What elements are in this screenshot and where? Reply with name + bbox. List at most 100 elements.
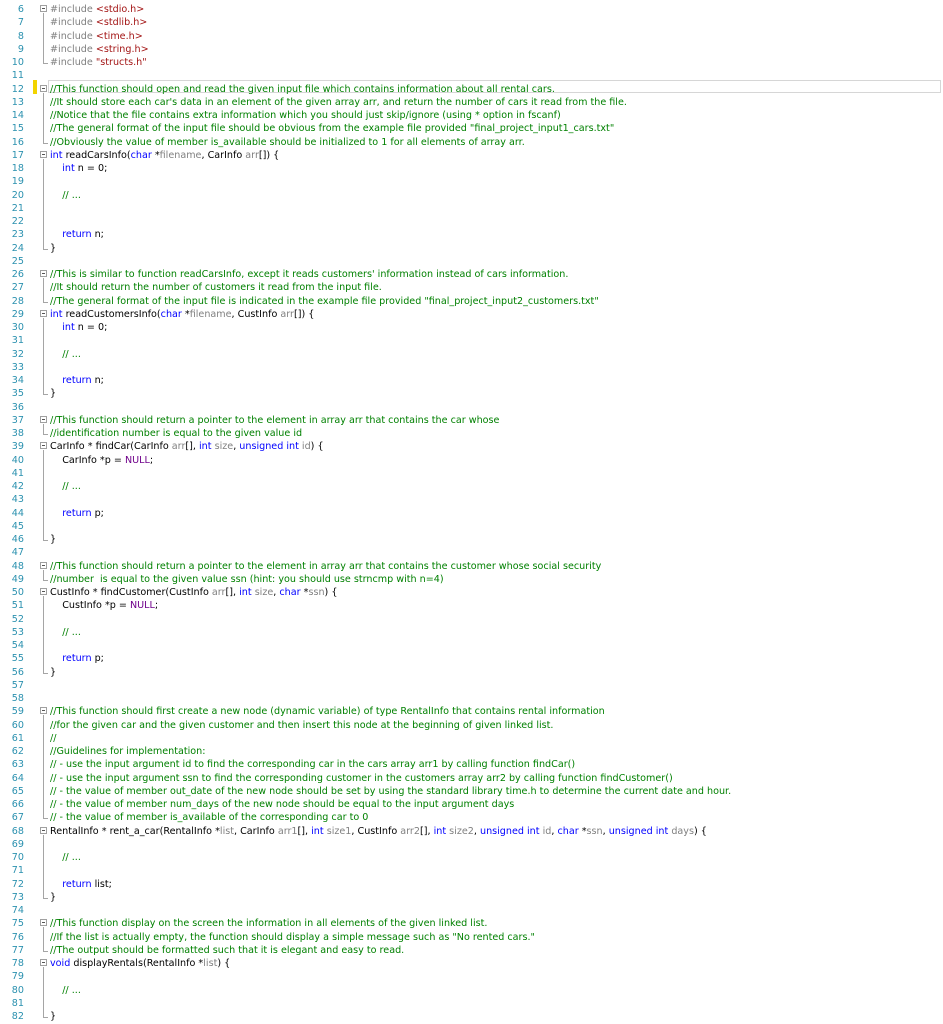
- collapse-toggle-icon[interactable]: [40, 84, 47, 92]
- code-line[interactable]: 19: [0, 175, 943, 188]
- code-line[interactable]: 71: [0, 864, 943, 877]
- code-line[interactable]: 53 // ...: [0, 626, 943, 639]
- code-line[interactable]: 74: [0, 904, 943, 917]
- code-line[interactable]: 31: [0, 334, 943, 347]
- code-line[interactable]: 39 CarInfo * findCar(CarInfo arr[], int s…: [0, 440, 943, 453]
- code-line[interactable]: 13 //It should store each car's data in a…: [0, 96, 943, 109]
- code-line[interactable]: 7 #include <stdlib.h>: [0, 16, 943, 29]
- code-line[interactable]: 27 //It should return the number of custo…: [0, 281, 943, 294]
- code-line[interactable]: 73}: [0, 891, 943, 904]
- collapse-toggle-icon[interactable]: [40, 415, 47, 423]
- code-line[interactable]: 26 //This is similar to function readCars…: [0, 268, 943, 281]
- code-line[interactable]: 41: [0, 467, 943, 480]
- code-line[interactable]: 62 //Guidelines for implementation:: [0, 745, 943, 758]
- code-text: int n = 0;: [50, 162, 107, 175]
- collapse-toggle-icon[interactable]: [40, 919, 47, 927]
- code-line[interactable]: 11: [0, 69, 943, 82]
- code-line[interactable]: 54: [0, 639, 943, 652]
- code-line[interactable]: 6 #include <stdio.h>: [0, 3, 943, 16]
- code-text: #include <string.h>: [50, 43, 149, 56]
- code-line[interactable]: 40 CarInfo *p = NULL;: [0, 454, 943, 467]
- code-line[interactable]: 57: [0, 679, 943, 692]
- code-line[interactable]: 70 // ...: [0, 851, 943, 864]
- collapse-toggle-icon[interactable]: [40, 150, 47, 158]
- code-line[interactable]: 15 //The general format of the input file…: [0, 122, 943, 135]
- code-line[interactable]: 37 //This function should return a pointe…: [0, 414, 943, 427]
- code-line[interactable]: 34 return n;: [0, 374, 943, 387]
- code-line[interactable]: 14 //Notice that the file contains extra …: [0, 109, 943, 122]
- code-line[interactable]: 9 #include <string.h>: [0, 43, 943, 56]
- code-line[interactable]: 17 int readCarsInfo(char *filename, CarIn…: [0, 149, 943, 162]
- code-line[interactable]: 58: [0, 692, 943, 705]
- code-line[interactable]: 43: [0, 493, 943, 506]
- code-line[interactable]: 82}: [0, 1010, 943, 1023]
- code-line[interactable]: 10 #include "structs.h": [0, 56, 943, 69]
- collapse-toggle-icon[interactable]: [40, 707, 47, 715]
- code-line[interactable]: 81: [0, 997, 943, 1010]
- code-line[interactable]: 61 //: [0, 732, 943, 745]
- code-line[interactable]: 45: [0, 520, 943, 533]
- code-line[interactable]: 67 // - the value of member is_available …: [0, 811, 943, 824]
- collapse-toggle-icon[interactable]: [40, 442, 47, 450]
- code-line[interactable]: 46}: [0, 533, 943, 546]
- collapse-toggle-icon[interactable]: [40, 270, 47, 277]
- code-line[interactable]: 80 // ...: [0, 984, 943, 997]
- collapse-toggle-icon[interactable]: [40, 826, 47, 834]
- code-token: filename: [159, 149, 202, 161]
- collapse-toggle-icon[interactable]: [40, 5, 47, 12]
- code-line[interactable]: 49 //number is equal to the given value s…: [0, 573, 943, 586]
- code-line[interactable]: 60 //for the given car and the given cust…: [0, 719, 943, 732]
- collapse-toggle-icon[interactable]: [40, 309, 47, 317]
- code-line[interactable]: 69: [0, 838, 943, 851]
- code-line[interactable]: 68 RentalInfo * rent_a_car(RentalInfo *li…: [0, 825, 943, 838]
- code-line[interactable]: 52: [0, 613, 943, 626]
- code-line[interactable]: 76 //If the list is actually empty, the f…: [0, 931, 943, 944]
- code-line[interactable]: 32 // ...: [0, 348, 943, 361]
- line-number: 77: [11, 944, 24, 956]
- code-line[interactable]: 33: [0, 361, 943, 374]
- code-line[interactable]: 65 // - the value of member out_date of t…: [0, 785, 943, 798]
- code-line[interactable]: 25: [0, 255, 943, 268]
- collapse-toggle-icon[interactable]: [40, 588, 47, 595]
- code-editor[interactable]: 6 #include <stdio.h> 7 #include <stdlib.h> 8…: [0, 0, 943, 1024]
- code-line[interactable]: 28 //The general format of the input file…: [0, 295, 943, 308]
- code-line[interactable]: 72 return list;: [0, 878, 943, 891]
- code-line[interactable]: 56}: [0, 666, 943, 679]
- code-line[interactable]: 29 int readCustomersInfo(char *filename, …: [0, 308, 943, 321]
- code-line[interactable]: 36: [0, 401, 943, 414]
- collapse-toggle-icon[interactable]: [40, 561, 47, 569]
- code-text: int readCarsInfo(char *filename, CarInfo…: [50, 149, 279, 162]
- code-token: list: [219, 825, 234, 837]
- code-line[interactable]: 59 //This function should first create a …: [0, 705, 943, 718]
- code-line[interactable]: 51 CustInfo *p = NULL;: [0, 599, 943, 612]
- code-text: //Notice that the file contains extra in…: [50, 109, 561, 122]
- code-line[interactable]: 42 // ...: [0, 480, 943, 493]
- collapse-toggle-icon[interactable]: [40, 959, 47, 966]
- code-line[interactable]: 35}: [0, 387, 943, 400]
- code-line[interactable]: 20 // ...: [0, 189, 943, 202]
- code-line[interactable]: 63 // - use the input argument id to find…: [0, 758, 943, 771]
- code-line[interactable]: 77 //The output should be formatted such …: [0, 944, 943, 957]
- code-line[interactable]: 18 int n = 0;: [0, 162, 943, 175]
- code-line[interactable]: 24}: [0, 242, 943, 255]
- code-line[interactable]: 55 return p;: [0, 652, 943, 665]
- code-line[interactable]: 16 //Obviously the value of member is_ava…: [0, 136, 943, 149]
- code-line[interactable]: 79: [0, 970, 943, 983]
- code-line[interactable]: 38 //identification number is equal to th…: [0, 427, 943, 440]
- code-line[interactable]: 50 CustInfo * findCustomer(CustInfo arr[]…: [0, 586, 943, 599]
- code-line[interactable]: 66 // - the value of member num_days of t…: [0, 798, 943, 811]
- code-line[interactable]: 8 #include <time.h>: [0, 30, 943, 43]
- line-number: 16: [11, 136, 24, 148]
- code-line[interactable]: 22: [0, 215, 943, 228]
- code-line[interactable]: 23 return n;: [0, 228, 943, 241]
- code-line[interactable]: 78 void displayRentals(RentalInfo *list) …: [0, 957, 943, 970]
- code-line[interactable]: 44 return p;: [0, 507, 943, 520]
- code-line[interactable]: 64 // - use the input argument ssn to fin…: [0, 772, 943, 785]
- code-line[interactable]: 30 int n = 0;: [0, 321, 943, 334]
- code-line[interactable]: 75 //This function display on the screen …: [0, 917, 943, 930]
- code-line[interactable]: 47: [0, 546, 943, 559]
- code-line[interactable]: 48 //This function should return a pointe…: [0, 560, 943, 573]
- code-line[interactable]: 21: [0, 202, 943, 215]
- code-line[interactable]: 12 //This function should open and read t…: [0, 83, 943, 96]
